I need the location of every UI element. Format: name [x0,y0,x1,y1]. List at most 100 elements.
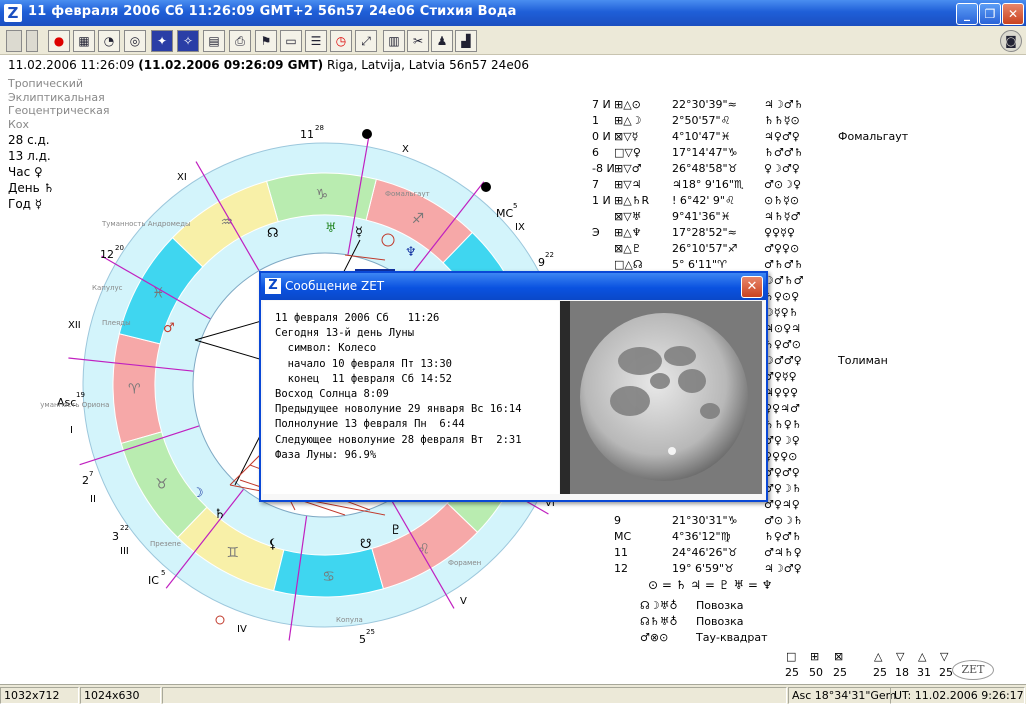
position-value: 24°46'26"♉ [672,546,738,559]
dialog-line: Восход Солнца 8:09 [275,388,389,401]
midpoint-formula: ⊙ = ♄ ♃ = ♇ ♅ = ♆ [648,578,773,592]
flag-icon[interactable]: ⚑ [255,30,277,52]
position-value: 22°30'39"≈ [672,98,737,111]
status-message [162,687,787,704]
cusp-3: 3 [112,530,119,543]
fixed-star-fomalhaut: Фомальгаут [838,130,909,143]
stars-icon[interactable]: ✦ [151,30,173,52]
date-location-line: 11.02.2006 11:26:09 (11.02.2006 09:26:09… [8,58,529,72]
position-rulers: ♄♂♂♄ [764,146,804,159]
position-aspects: ⊞△♄R [614,194,650,207]
dialog-title-bar[interactable]: Z Сообщение ZET ✕ [261,273,766,300]
position-value: 17°14'47"♑ [672,146,738,159]
cusp-9-deg: 22 [545,251,554,259]
house-label-x: X [402,144,409,155]
gmt-datetime: (11.02.2006 09:26:09 GMT) [138,58,324,72]
star-label: Туманность Ориона [40,401,109,409]
sky-map-icon[interactable]: ✧ [177,30,199,52]
position-rulers: ♂♀☿♀ [764,370,797,383]
toolbar: ● ▦ ◔ ◎ ✦ ✧ ▤ ⎙ ⚑ ▭ ☰ ◷ ⤢ ▥ ✂ ♟ ▟ ◙ [0,26,1026,55]
position-value: 21°30'31"♑ [672,514,738,527]
table-icon[interactable]: ▤ [203,30,225,52]
tools-icon[interactable]: ✂ [407,30,429,52]
document-icon[interactable]: ▥ [383,30,405,52]
position-aspects: ⊠△♇ [614,242,642,255]
config-row: ☊♄♅♁ Повозка [640,614,768,630]
position-rulers: ♄♀♂⊙ [764,338,801,351]
page-icon[interactable]: ▭ [280,30,302,52]
configurations: ☊☽♅♁ Повозка ☊♄♅♁ Повозка ♂⊗⊙ Тау-квадрат [640,598,768,646]
mercury-glyph: ☿ [355,225,363,240]
position-aspects: 11 [614,546,628,559]
position-rulers: ♃♀♂♀ [764,130,800,143]
zodiac-sign-glyph: ♊ [226,545,239,561]
position-aspects: MC [614,530,632,543]
aspect-count: 25 [833,666,847,679]
house-label-xii: XII [68,320,81,331]
toolbar-handle[interactable] [6,30,22,52]
zet-logo: ZET [952,660,994,680]
star-label: Презепе [150,540,181,548]
status-ut-time: UT: 11.02.2006 9:26:17 [890,687,1025,704]
position-aspects: ⊞▽♂ [614,162,642,175]
print-preview-icon[interactable]: ⎙ [229,30,251,52]
window-title: 11 февраля 2006 Сб 11:26:09 GMT+2 56n57 … [28,4,517,19]
zodiac-sign-glyph: ♋ [322,569,335,585]
close-button[interactable]: ✕ [1002,3,1024,25]
dialog-line: Следующее новолуние 28 февраля Вт 2:31 [275,433,522,446]
cusp-ic-deg: 5 [161,569,165,577]
cusp-2: 2 [82,474,89,487]
config-label: Повозка [696,615,744,628]
dialog-line: начало 10 февраля Пт 13:30 [275,357,453,370]
maximize-button[interactable]: ❐ [979,3,1001,25]
zodiac-sign-glyph: ♈ [128,381,141,397]
house-label-xi: XI [177,172,187,183]
position-rulers: ♂♀♂♀ [764,466,800,479]
lilith-glyph: ⚸ [268,537,278,552]
chart-wheel-icon[interactable]: ◎ [124,30,146,52]
position-value: 2°50'57"♌ [672,114,731,127]
steps-icon[interactable]: ▟ [455,30,477,52]
zoom-icon[interactable]: ⤢ [355,30,377,52]
camera-icon[interactable]: ◙ [1000,30,1022,52]
position-rulers: ♀♀☿♀ [764,226,795,239]
position-rulers: ♂♄♂♄ [764,258,804,271]
aspect-count: 31 [917,666,931,679]
position-rulers: ♂♀☽♄ [764,482,802,495]
cusp-3-deg: 22 [120,524,129,532]
grid-icon[interactable]: ▦ [73,30,95,52]
config-label: Повозка [696,599,744,612]
position-value: 17°28'52"≈ [672,226,737,239]
position-rulers: ☽☿♀♄ [764,306,799,319]
minimize-button[interactable]: _ [956,3,978,25]
planet-marker [481,182,491,192]
stop-icon[interactable]: ● [48,30,70,52]
dialog-line: Предыдущее новолуние 29 января Вс 16:14 [275,403,522,416]
position-value: ! 6°42' 9"♌ [672,194,735,207]
position-aspects: □▽♀ [614,146,641,159]
person-icon[interactable]: ♟ [431,30,453,52]
aspect-symbol: ▽ [940,650,949,663]
aspect-symbol: ⊞ [810,650,820,663]
list-icon[interactable]: ☰ [305,30,327,52]
dialog-app-icon: Z [265,278,281,294]
zodiac-sign-glyph: ♉ [155,476,168,492]
dialog-line: Сегодня 13-й день Луны [275,327,415,340]
pluto-glyph: ♇ [390,523,402,538]
clock-icon[interactable]: ◷ [330,30,352,52]
app-icon[interactable]: Z [4,4,22,22]
position-flags: 1 [592,114,599,127]
aspect-symbol: □ [786,650,797,663]
position-rulers: ♀♀♃♂ [764,402,800,415]
mars-glyph: ♂ [163,321,175,336]
position-aspects: ⊞△⊙ [614,98,641,111]
position-rulers: ☽♂♂♀ [764,354,802,367]
dialog-line: символ: Колесо [275,342,377,355]
dialog-close-button[interactable]: ✕ [741,276,763,298]
cusp-12: 12 [100,248,114,261]
compass-icon[interactable]: ◔ [98,30,120,52]
status-ascendant: Asc 18°34'31"Gem [788,687,896,704]
dialog-line: Полнолуние 13 февраля Пн 6:44 [275,418,465,431]
config-row: ☊☽♅♁ Повозка [640,598,768,614]
status-bar: 1032x712 1024x630 Asc 18°34'31"Gem UT: 1… [0,684,1026,704]
